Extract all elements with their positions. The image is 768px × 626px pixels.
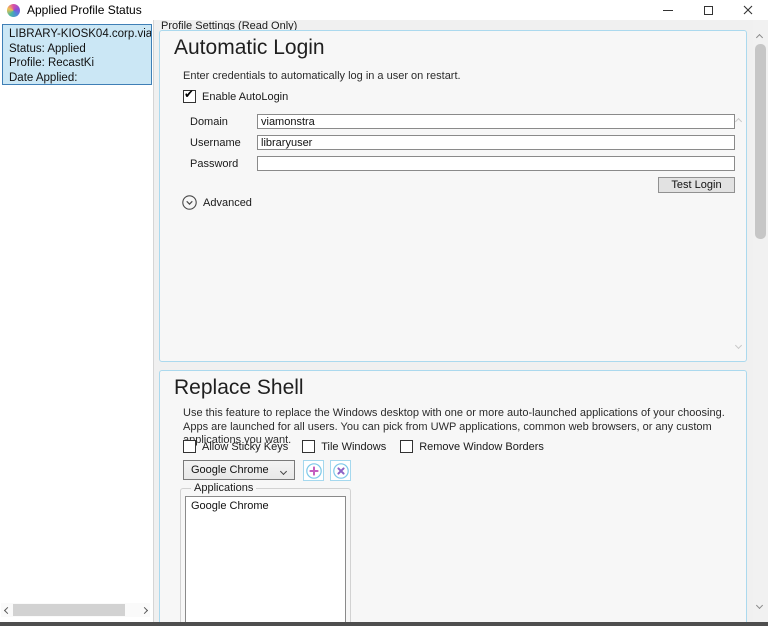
app-body: LIBRARY-KIOSK04.corp.viamonstra.c Status… bbox=[0, 20, 768, 622]
scroll-down-icon[interactable] bbox=[757, 595, 762, 613]
allow-sticky-keys-checkbox[interactable] bbox=[183, 440, 196, 453]
device-profile: Profile: RecastKi bbox=[9, 56, 151, 71]
remove-window-borders-checkbox[interactable] bbox=[400, 440, 413, 453]
remove-icon bbox=[332, 462, 350, 480]
panel-scroll-down-icon[interactable] bbox=[736, 335, 741, 353]
remove-application-button[interactable] bbox=[330, 460, 351, 481]
close-icon bbox=[743, 5, 753, 15]
app-logo-icon bbox=[7, 4, 20, 17]
domain-input[interactable] bbox=[257, 114, 735, 129]
applications-groupbox-label: Applications bbox=[191, 482, 256, 494]
profile-settings-pane: Profile Settings (Read Only) Automatic L… bbox=[154, 20, 768, 622]
password-row: Password bbox=[190, 156, 735, 171]
maximize-button[interactable] bbox=[688, 0, 728, 20]
automatic-login-title: Automatic Login bbox=[174, 36, 325, 60]
replace-shell-title: Replace Shell bbox=[174, 376, 304, 400]
domain-label: Domain bbox=[190, 116, 257, 128]
automatic-login-section: Automatic Login Enter credentials to aut… bbox=[159, 30, 747, 362]
add-icon bbox=[305, 462, 323, 480]
shell-options-row: Allow Sticky Keys Tile Windows Remove Wi… bbox=[183, 440, 558, 453]
application-select-value: Google Chrome bbox=[191, 464, 281, 476]
panel-scroll-up-icon[interactable] bbox=[736, 111, 741, 129]
app-window: Applied Profile Status LIBRARY-KIOSK04.c… bbox=[0, 0, 768, 626]
enable-autologin-label: Enable AutoLogin bbox=[202, 91, 288, 103]
password-label: Password bbox=[190, 158, 257, 170]
device-status: Status: Applied bbox=[9, 42, 151, 57]
automatic-login-description: Enter credentials to automatically log i… bbox=[183, 70, 461, 84]
username-label: Username bbox=[190, 137, 257, 149]
window-controls bbox=[648, 0, 768, 20]
dropdown-chevron-icon bbox=[281, 461, 286, 479]
scroll-left-icon[interactable] bbox=[1, 608, 13, 613]
titlebar: Applied Profile Status bbox=[0, 0, 768, 20]
application-select[interactable]: Google Chrome bbox=[183, 460, 295, 480]
sidebar-horizontal-scrollbar[interactable] bbox=[1, 603, 150, 617]
applications-listbox[interactable]: Google Chrome bbox=[185, 496, 346, 622]
main-scroll-thumb[interactable] bbox=[755, 44, 766, 239]
tile-windows-checkbox[interactable] bbox=[302, 440, 315, 453]
username-row: Username bbox=[190, 135, 735, 150]
test-login-button[interactable]: Test Login bbox=[658, 177, 735, 193]
enable-autologin-row: ✔ Enable AutoLogin bbox=[183, 90, 288, 103]
add-application-button[interactable] bbox=[303, 460, 324, 481]
advanced-label: Advanced bbox=[203, 197, 252, 209]
remove-window-borders-option: Remove Window Borders bbox=[400, 440, 544, 453]
maximize-icon bbox=[704, 6, 713, 15]
replace-shell-section: Replace Shell Use this feature to replac… bbox=[159, 370, 747, 622]
device-sidebar: LIBRARY-KIOSK04.corp.viamonstra.c Status… bbox=[0, 20, 154, 622]
tile-windows-label: Tile Windows bbox=[321, 441, 386, 453]
password-input[interactable] bbox=[257, 156, 735, 171]
close-button[interactable] bbox=[728, 0, 768, 20]
scroll-right-icon[interactable] bbox=[138, 608, 150, 613]
allow-sticky-keys-option: Allow Sticky Keys bbox=[183, 440, 288, 453]
enable-autologin-checkbox[interactable]: ✔ bbox=[183, 90, 196, 103]
expander-chevron-icon bbox=[182, 195, 197, 210]
minimize-icon bbox=[663, 10, 673, 11]
applications-groupbox: Applications Google Chrome bbox=[180, 488, 351, 622]
window-bottom-border[interactable] bbox=[0, 622, 768, 626]
advanced-expander[interactable]: Advanced bbox=[182, 195, 252, 210]
main-vertical-scrollbar[interactable] bbox=[753, 20, 768, 622]
scroll-up-icon[interactable] bbox=[757, 27, 762, 45]
sidebar-scroll-track[interactable] bbox=[13, 604, 138, 616]
username-input[interactable] bbox=[257, 135, 735, 150]
tile-windows-option: Tile Windows bbox=[302, 440, 386, 453]
device-list-item-selected[interactable]: LIBRARY-KIOSK04.corp.viamonstra.c Status… bbox=[2, 24, 152, 85]
application-list-item[interactable]: Google Chrome bbox=[186, 497, 345, 515]
checkmark-icon: ✔ bbox=[184, 88, 194, 101]
device-date-applied: Date Applied: bbox=[9, 71, 151, 86]
device-name: LIBRARY-KIOSK04.corp.viamonstra.c bbox=[9, 27, 151, 42]
allow-sticky-keys-label: Allow Sticky Keys bbox=[202, 441, 288, 453]
sidebar-scroll-thumb[interactable] bbox=[13, 604, 125, 616]
domain-row: Domain bbox=[190, 114, 735, 129]
remove-window-borders-label: Remove Window Borders bbox=[419, 441, 544, 453]
window-title: Applied Profile Status bbox=[27, 3, 142, 17]
minimize-button[interactable] bbox=[648, 0, 688, 20]
